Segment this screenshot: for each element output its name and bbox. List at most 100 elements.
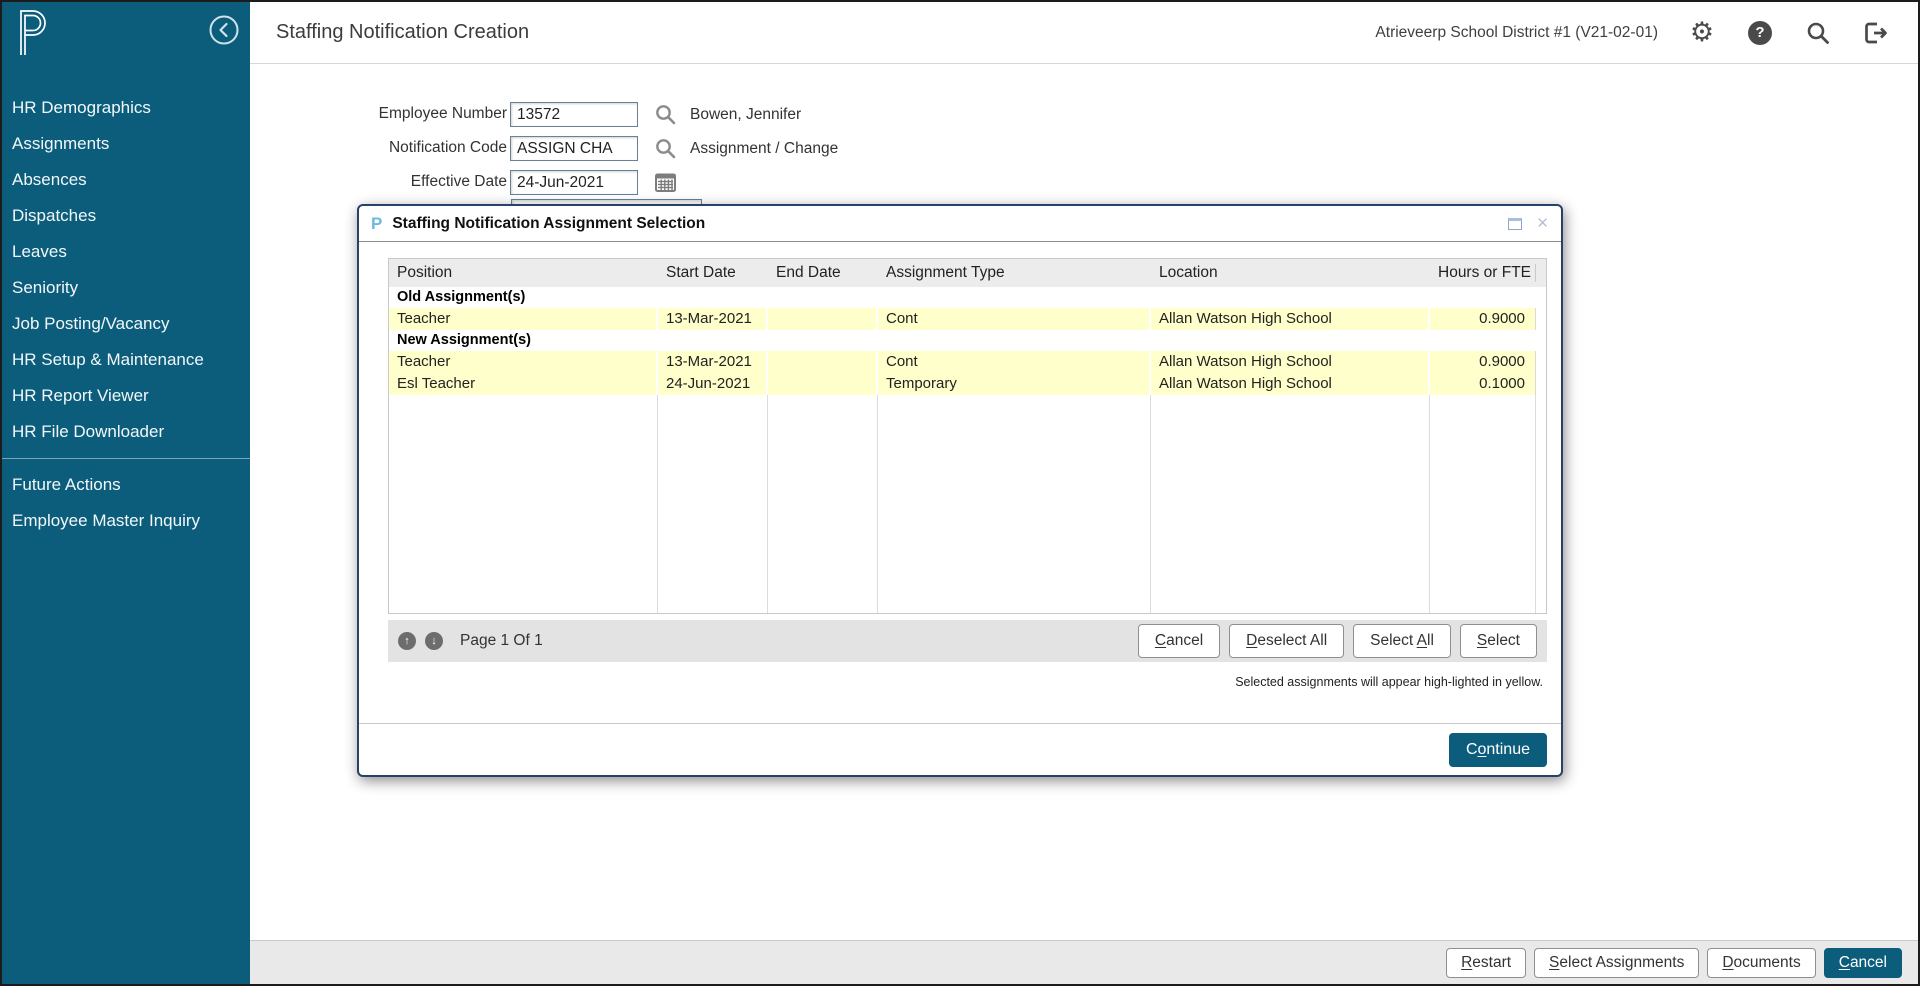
page-up-icon[interactable]: ↑ [398,632,416,650]
sidebar-item-future-actions[interactable]: Future Actions [2,467,250,503]
close-icon[interactable]: ✕ [1536,216,1549,231]
cell-start-date: 13-Mar-2021 [658,351,768,373]
sidebar-item-hr-demographics[interactable]: HR Demographics [2,90,250,126]
search-icon[interactable] [1804,19,1832,47]
cell-start-date: 13-Mar-2021 [658,308,768,330]
cell-assignment-type: Temporary [878,373,1151,395]
sidebar-nav-secondary: Future ActionsEmployee Master Inquiry [2,467,250,539]
notification-desc-text: Assignment / Change [690,140,838,158]
column-header-location: Location [1151,264,1430,282]
district-label: Atrieveerp School District #1 (V21-02-01… [1375,24,1658,42]
employee-name-text: Bowen, Jennifer [690,106,801,124]
cell-position: Teacher [389,351,658,373]
cell-location: Allan Watson High School [1151,351,1430,373]
notification-code-input[interactable] [510,136,638,161]
row-gutter [1536,308,1546,330]
effective-date-input[interactable] [510,170,638,195]
modal-title: Staffing Notification Assignment Selecti… [392,215,705,233]
cell-assignment-type: Cont [878,351,1151,373]
logout-icon[interactable] [1862,19,1890,47]
notification-code-label: Notification Code [247,139,507,157]
column-header-assignment-type: Assignment Type [878,264,1151,282]
row-gutter [1536,351,1546,373]
employee-lookup-icon[interactable] [654,103,677,126]
cell-hours-or-fte: 0.9000 [1430,308,1536,330]
row-gutter [1536,373,1546,395]
sidebar-nav-primary: HR DemographicsAssignmentsAbsencesDispat… [2,90,250,450]
assignment-row[interactable]: Esl Teacher24-Jun-2021 TemporaryAllan Wat… [389,373,1546,395]
cell-position: Teacher [389,308,658,330]
sidebar-divider [2,458,250,459]
assignment-table: PositionStart DateEnd DateAssignment Typ… [388,258,1547,614]
continue-button[interactable]: Continue [1449,733,1547,767]
sidebar-item-employee-master-inquiry[interactable]: Employee Master Inquiry [2,503,250,539]
employee-number-input[interactable] [510,102,638,127]
cancel-button[interactable]: Cancel [1824,948,1902,978]
table-empty-area [389,395,1546,613]
select-all-button[interactable]: Select All [1353,624,1451,658]
sidebar-nav: HR DemographicsAssignmentsAbsencesDispat… [2,90,250,539]
cell-hours-or-fte: 0.1000 [1430,373,1536,395]
documents-button[interactable]: Documents [1707,948,1815,978]
sidebar-item-job-posting-vacancy[interactable]: Job Posting/Vacancy [2,306,250,342]
sidebar-item-seniority[interactable]: Seniority [2,270,250,306]
column-header-end-date: End Date [768,264,878,282]
page-down-icon[interactable]: ↓ [425,632,443,650]
column-header-start-date: Start Date [658,264,768,282]
cell-end-date [768,373,878,395]
modal-body: PositionStart DateEnd DateAssignment Typ… [359,242,1561,723]
powerschool-logo-icon [14,8,50,58]
cell-hours-or-fte: 0.9000 [1430,351,1536,373]
help-icon[interactable]: ? [1746,19,1774,47]
cell-location: Allan Watson High School [1151,308,1430,330]
sidebar-item-assignments[interactable]: Assignments [2,126,250,162]
sidebar-item-absences[interactable]: Absences [2,162,250,198]
modal-titlebar: P Staffing Notification Assignment Selec… [359,206,1561,242]
top-header: Staffing Notification Creation Atrieveer… [250,2,1918,64]
header-right-cluster: Atrieveerp School District #1 (V21-02-01… [1375,19,1890,47]
select-button[interactable]: Select [1460,624,1537,658]
cell-location: Allan Watson High School [1151,373,1430,395]
selection-note: Selected assignments will appear high-li… [388,675,1547,689]
column-header-hours-or-fte: Hours or FTE [1430,264,1536,282]
bottom-action-bar: Restart Select Assignments Documents Cancel [250,940,1918,984]
sidebar-collapse-button[interactable] [208,14,240,46]
select-assignments-button[interactable]: Select Assignments [1534,948,1699,978]
sidebar-item-leaves[interactable]: Leaves [2,234,250,270]
sidebar: HR DemographicsAssignmentsAbsencesDispat… [2,2,250,984]
page-indicator: Page 1 Of 1 [460,632,543,650]
column-header-position: Position [389,264,658,282]
effective-date-label: Effective Date [247,173,507,191]
page-title: Staffing Notification Creation [276,21,529,44]
cell-end-date [768,351,878,373]
modal-footer: Continue [359,723,1561,775]
modal-logo-icon: P [371,214,382,234]
pager-actions: Cancel Deselect All Select All Select [1138,624,1537,658]
app-window: HR DemographicsAssignmentsAbsencesDispat… [0,0,1920,986]
settings-gear-icon[interactable]: ⚙ [1688,19,1716,47]
sidebar-header [2,2,250,60]
assignment-selection-modal: P Staffing Notification Assignment Selec… [357,204,1563,777]
assignment-row[interactable]: Teacher13-Mar-2021 ContAllan Watson High … [389,351,1546,373]
calendar-icon[interactable] [654,171,677,193]
sidebar-item-dispatches[interactable]: Dispatches [2,198,250,234]
restart-button[interactable]: Restart [1446,948,1526,978]
employee-number-label: Employee Number [247,105,507,123]
notification-lookup-icon[interactable] [654,137,677,160]
deselect-all-button[interactable]: Deselect All [1229,624,1344,658]
cell-assignment-type: Cont [878,308,1151,330]
assignment-table-body: Old Assignment(s)Teacher13-Mar-2021ContA… [389,287,1546,613]
assignment-row[interactable]: Teacher13-Mar-2021 ContAllan Watson High … [389,308,1546,330]
sidebar-item-hr-setup-maintenance[interactable]: HR Setup & Maintenance [2,342,250,378]
group-header-row: Old Assignment(s) [389,287,1546,308]
cell-end-date [768,308,878,330]
pager-bar: ↑ ↓ Page 1 Of 1 Cancel Deselect All Select… [388,620,1547,662]
cancel-button[interactable]: Cancel [1138,624,1220,658]
assignment-table-header: PositionStart DateEnd DateAssignment Typ… [389,259,1546,287]
sidebar-item-hr-report-viewer[interactable]: HR Report Viewer [2,378,250,414]
sidebar-item-hr-file-downloader[interactable]: HR File Downloader [2,414,250,450]
group-header-row: New Assignment(s) [389,330,1546,351]
maximize-icon[interactable] [1508,218,1522,230]
cell-position: Esl Teacher [389,373,658,395]
cell-start-date: 24-Jun-2021 [658,373,768,395]
